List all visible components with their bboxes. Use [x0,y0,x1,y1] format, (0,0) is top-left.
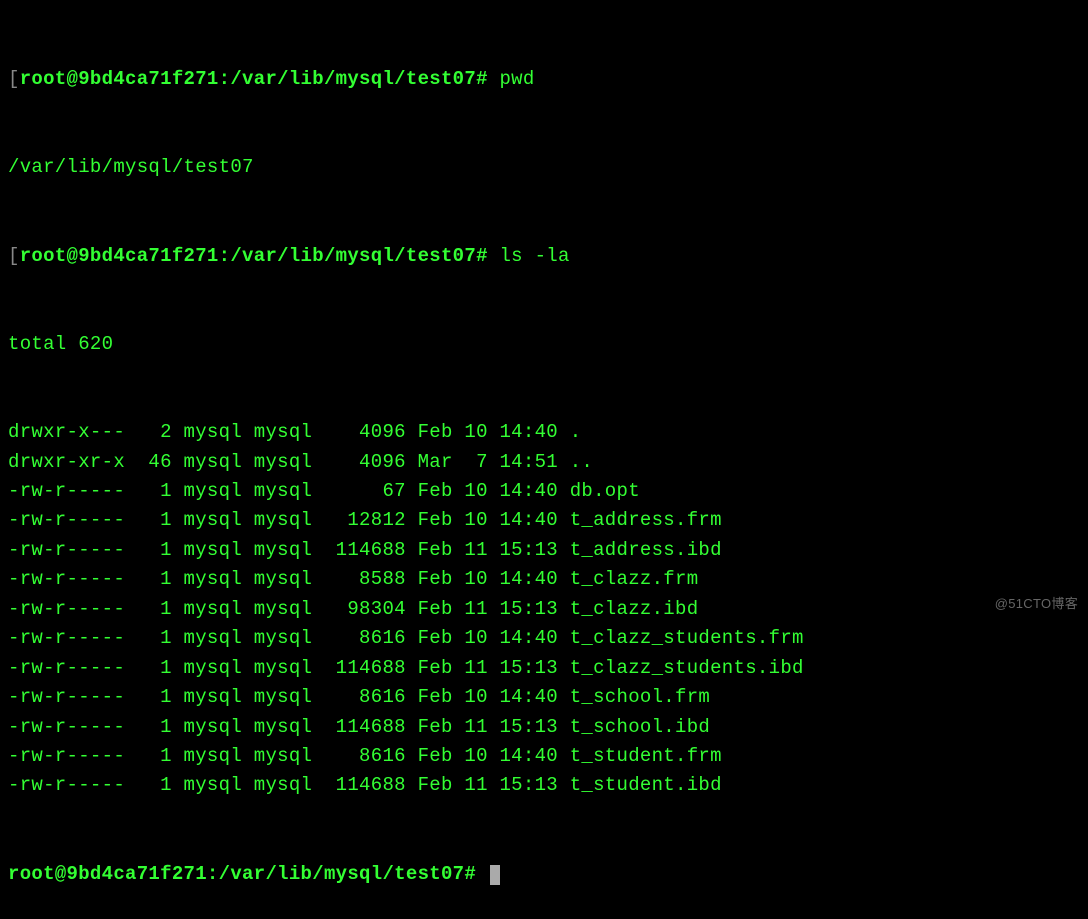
ls-row: -rw-r----- 1 mysql mysql 114688 Feb 11 1… [8,713,1080,742]
terminal[interactable]: [root@9bd4ca71f271:/var/lib/mysql/test07… [8,6,1080,919]
shell-prompt: root@9bd4ca71f271:/var/lib/mysql/test07# [20,68,488,90]
ls-row: -rw-r----- 1 mysql mysql 8588 Feb 10 14:… [8,565,1080,594]
prompt-line-3: root@9bd4ca71f271:/var/lib/mysql/test07# [8,860,1080,889]
ls-row: -rw-r----- 1 mysql mysql 67 Feb 10 14:40… [8,477,1080,506]
prompt-line-2: [root@9bd4ca71f271:/var/lib/mysql/test07… [8,242,1080,271]
cursor-block [490,865,500,885]
bracket-l: [ [8,68,20,90]
command-pwd: pwd [488,68,535,90]
command-ls: ls -la [488,245,570,267]
shell-prompt: root@9bd4ca71f271:/var/lib/mysql/test07# [8,863,476,885]
ls-row: drwxr-xr-x 46 mysql mysql 4096 Mar 7 14:… [8,448,1080,477]
ls-row: -rw-r----- 1 mysql mysql 12812 Feb 10 14… [8,506,1080,535]
prompt-line-1: [root@9bd4ca71f271:/var/lib/mysql/test07… [8,65,1080,94]
ls-row: drwxr-x--- 2 mysql mysql 4096 Feb 10 14:… [8,418,1080,447]
total-line: total 620 [8,330,1080,359]
pwd-output: /var/lib/mysql/test07 [8,153,1080,182]
ls-row: -rw-r----- 1 mysql mysql 8616 Feb 10 14:… [8,742,1080,771]
ls-output: drwxr-x--- 2 mysql mysql 4096 Feb 10 14:… [8,418,1080,801]
ls-row: -rw-r----- 1 mysql mysql 8616 Feb 10 14:… [8,683,1080,712]
command-empty [476,863,488,885]
ls-row: -rw-r----- 1 mysql mysql 98304 Feb 11 15… [8,595,1080,624]
ls-row: -rw-r----- 1 mysql mysql 8616 Feb 10 14:… [8,624,1080,653]
shell-prompt: root@9bd4ca71f271:/var/lib/mysql/test07# [20,245,488,267]
bracket-l: [ [8,245,20,267]
watermark: @51CTO博客 [995,594,1078,614]
ls-row: -rw-r----- 1 mysql mysql 114688 Feb 11 1… [8,771,1080,800]
ls-row: -rw-r----- 1 mysql mysql 114688 Feb 11 1… [8,536,1080,565]
ls-row: -rw-r----- 1 mysql mysql 114688 Feb 11 1… [8,654,1080,683]
